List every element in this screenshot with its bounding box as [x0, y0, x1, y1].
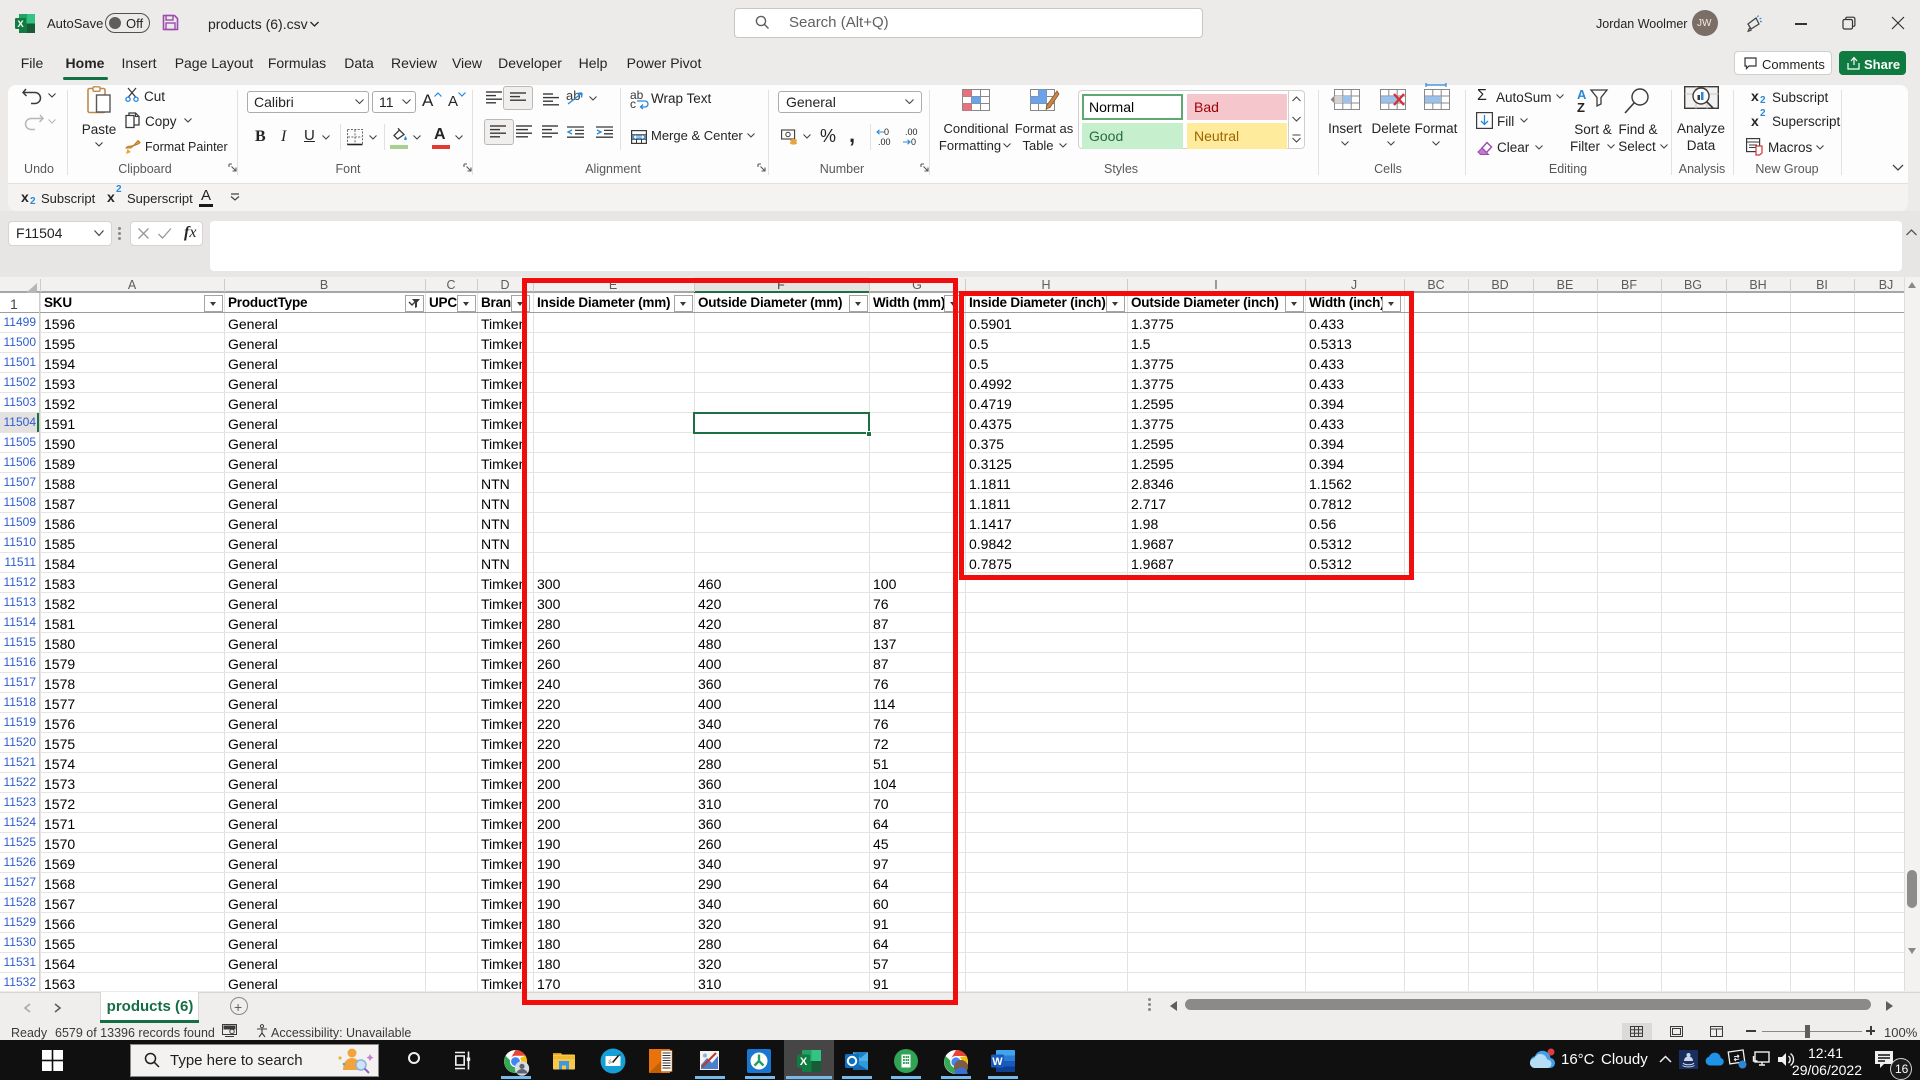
- svg-text:W: W: [992, 1056, 1003, 1068]
- svg-text:X: X: [800, 1056, 808, 1068]
- svg-text:X: X: [17, 19, 24, 30]
